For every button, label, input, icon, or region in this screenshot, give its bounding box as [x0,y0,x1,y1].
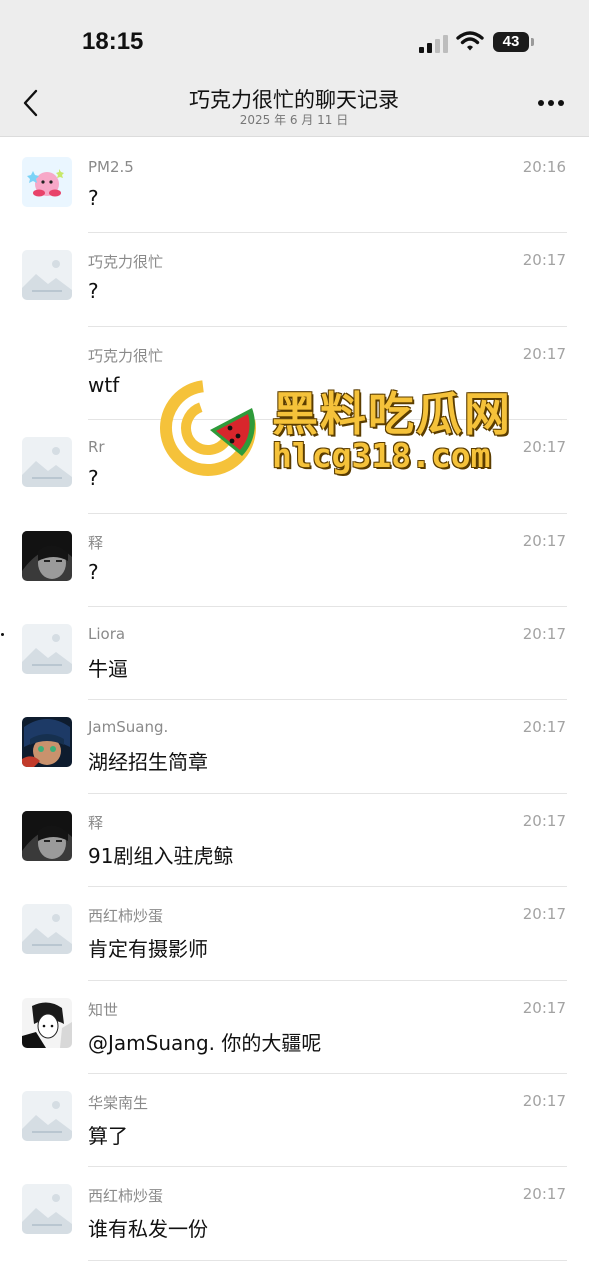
cellular-signal-icon [419,35,448,53]
more-button[interactable] [530,88,572,118]
sender-name: Rr [88,438,105,457]
sender-name: 知世 [88,1000,119,1019]
message-row[interactable]: 释 20:17? [0,514,589,607]
sender-name: 巧克力很忙 [88,346,164,365]
placeholder-avatar[interactable] [22,437,72,488]
message-text: 谁有私发一份 [88,1217,208,1242]
message-text: ? [88,559,99,584]
message-text: wtf [88,372,120,397]
sender-name: Liora [88,624,126,643]
top-bar: 18:15 43 巧克力很忙的聊天记录 2025 年 6 月 11 日 [0,0,589,137]
message-row[interactable]: 巧克力很忙 20:17? [0,233,589,327]
message-row[interactable]: JamSuang. 20:17 湖经招生简章 [0,700,589,794]
placeholder-avatar[interactable] [22,250,72,301]
sender-name: JamSuang. [88,718,169,737]
message-time: 20:17 [522,1091,566,1110]
message-row[interactable]: 知世 20:17 @JamSuang. 你的大疆呢 [0,981,589,1074]
message-time: 20:17 [522,998,566,1017]
message-text: ? [88,186,99,210]
chevron-left-icon [23,89,38,117]
message-text: @JamSuang. 你的大疆呢 [88,1030,322,1055]
message-time: 20:17 [522,1185,566,1204]
wifi-icon [456,31,484,51]
kirby-avatar[interactable] [22,157,72,207]
placeholder-avatar[interactable] [22,904,72,955]
sender-name: 华棠南生 [88,1093,149,1112]
message-row[interactable]: PM2.5 20:16? [0,140,589,234]
page-title: 巧克力很忙的聊天记录 [189,88,399,112]
watermark-url: hlcg318.com [272,436,491,475]
message-text: 肯定有摄影师 [88,937,208,962]
message-row[interactable]: 华棠南生 20:17 算了 [0,1074,589,1168]
message-time: 20:17 [522,251,566,270]
page-subtitle: 2025 年 6 月 11 日 [239,113,349,127]
message-list: PM2.5 20:16? 巧克力很忙 20:17? 巧克力很忙 20:17 wtf Rr 20:… [0,140,589,1261]
back-button[interactable] [14,86,48,120]
battery-icon: 43 [493,32,529,52]
message-text: 91剧组入驻虎鲸 [88,843,234,868]
message-time: 20:17 [522,718,566,737]
sender-name: 西红柿炒蛋 [88,1187,164,1206]
message-time: 20:17 [522,905,566,924]
sender-name: 巧克力很忙 [88,253,164,272]
watermark-brand: 黑料吃瓜网 [272,387,512,441]
sender-name: 释 [88,813,104,832]
nav-bar: 巧克力很忙的聊天记录 2025 年 6 月 11 日 [0,80,589,137]
message-text: 牛逼 [88,656,128,681]
sender-name: 释 [88,533,104,552]
status-bar: 18:15 43 [0,0,589,80]
message-time: 20:17 [522,344,566,363]
message-row[interactable]: Liora 20:17 牛逼 [0,607,589,701]
placeholder-avatar[interactable] [22,623,72,674]
anime-dark-avatar[interactable] [22,810,72,861]
anime-blue-avatar[interactable] [22,717,72,768]
anime-dark-avatar[interactable] [22,530,72,581]
more-dots-icon [538,100,564,106]
sender-name: PM2.5 [88,158,134,176]
message-time: 20:17 [522,531,566,550]
message-time: 20:17 [522,811,566,830]
sender-name: 西红柿炒蛋 [88,907,164,926]
status-time: 18:15 [82,28,144,55]
message-row[interactable]: 释 20:17 91剧组入驻虎鲸 [0,794,589,888]
message-text: 湖经招生简章 [88,750,208,775]
battery-cap [531,38,534,46]
placeholder-avatar[interactable] [22,1090,72,1141]
watermark-logo-icon [160,380,256,476]
battery-level: 43 [502,33,520,50]
message-time: 20:16 [522,158,566,176]
row-divider [88,1259,567,1261]
watermark: 黑料吃瓜网 hlcg318.com [160,378,530,478]
message-text: 算了 [88,1123,128,1148]
manga-avatar[interactable] [22,997,72,1048]
message-row[interactable]: 西红柿炒蛋 20:17 肯定有摄影师 [0,887,589,981]
placeholder-avatar[interactable] [22,1184,72,1235]
message-row[interactable]: 西红柿炒蛋 20:17 谁有私发一份 [0,1167,589,1261]
message-text: ? [88,466,99,491]
message-time: 20:17 [522,624,566,643]
message-text: ? [88,279,99,304]
